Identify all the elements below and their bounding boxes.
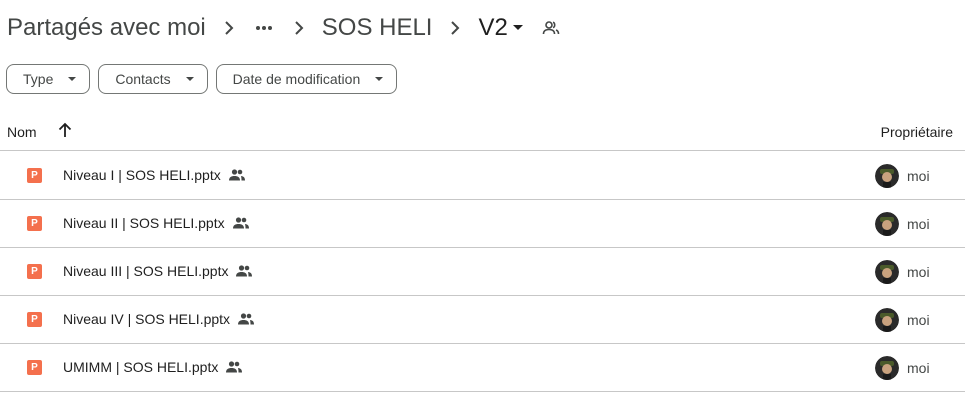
owner-name: moi (907, 360, 930, 376)
filter-modified-date-chip[interactable]: Date de modification (215, 64, 398, 94)
file-name-label: Niveau II | SOS HELI.pptx (63, 215, 225, 231)
file-name[interactable]: Niveau IV | SOS HELI.pptx (63, 311, 255, 327)
powerpoint-file-icon: P (27, 168, 42, 183)
powerpoint-file-icon: P (27, 216, 42, 231)
shared-folder-icon[interactable] (542, 21, 560, 35)
file-list: P Niveau I | SOS HELI.pptx moi P Niveau … (0, 152, 965, 392)
breadcrumb-sos-heli[interactable]: SOS HELI (322, 8, 433, 48)
file-name-label: Niveau I | SOS HELI.pptx (63, 167, 221, 183)
file-name[interactable]: Niveau III | SOS HELI.pptx (63, 263, 253, 279)
chevron-right-icon (206, 21, 252, 35)
arrow-drop-down-icon (67, 76, 77, 82)
avatar (875, 308, 899, 332)
chevron-right-icon (276, 21, 322, 35)
powerpoint-file-icon: P (27, 360, 42, 375)
people-icon (228, 169, 245, 181)
owner-cell: moi (875, 356, 930, 380)
filter-label: Date de modification (232, 71, 361, 87)
file-row[interactable]: P Niveau III | SOS HELI.pptx moi (0, 248, 965, 296)
filter-type-chip[interactable]: Type (6, 64, 91, 94)
arrow-drop-down-icon (185, 76, 195, 82)
file-name-label: Niveau III | SOS HELI.pptx (63, 263, 229, 279)
chevron-right-icon (432, 21, 478, 35)
owner-name: moi (907, 216, 930, 232)
filter-label: Contacts (115, 71, 171, 87)
file-row[interactable]: P Niveau I | SOS HELI.pptx moi (0, 152, 965, 200)
file-name[interactable]: Niveau II | SOS HELI.pptx (63, 215, 249, 231)
breadcrumb: Partagés avec moi SOS HELI V2 (7, 8, 560, 48)
file-row[interactable]: P UMIMM | SOS HELI.pptx moi (0, 344, 965, 392)
owner-cell: moi (875, 260, 930, 284)
owner-name: moi (907, 168, 930, 184)
breadcrumb-current-folder[interactable]: V2 (478, 8, 523, 48)
breadcrumb-shared-with-me[interactable]: Partagés avec moi (7, 8, 206, 48)
avatar (875, 164, 899, 188)
file-name-label: UMIMM | SOS HELI.pptx (63, 359, 219, 375)
owner-cell: moi (875, 164, 930, 188)
file-row[interactable]: P Niveau II | SOS HELI.pptx moi (0, 200, 965, 248)
file-name[interactable]: Niveau I | SOS HELI.pptx (63, 167, 245, 183)
file-row[interactable]: P Niveau IV | SOS HELI.pptx moi (0, 296, 965, 344)
powerpoint-file-icon: P (27, 312, 42, 327)
current-folder-label: V2 (478, 14, 508, 41)
arrow-drop-down-icon (512, 24, 524, 32)
owner-name: moi (907, 264, 930, 280)
avatar (875, 356, 899, 380)
more-horiz-icon[interactable] (252, 25, 276, 31)
filter-chips: Type Contacts Date de modification (6, 64, 398, 94)
column-header-name[interactable]: Nom (7, 124, 37, 140)
avatar (875, 260, 899, 284)
people-icon (232, 217, 249, 229)
avatar (875, 212, 899, 236)
column-header-owner[interactable]: Propriétaire (881, 124, 953, 140)
owner-cell: moi (875, 212, 930, 236)
people-icon (238, 313, 255, 325)
file-name[interactable]: UMIMM | SOS HELI.pptx (63, 359, 243, 375)
file-list-header: Nom Propriétaire (0, 116, 965, 151)
owner-name: moi (907, 312, 930, 328)
arrow-drop-down-icon (374, 76, 384, 82)
people-icon (236, 265, 253, 277)
filter-label: Type (23, 71, 54, 87)
file-name-label: Niveau IV | SOS HELI.pptx (63, 311, 231, 327)
people-icon (226, 361, 243, 373)
filter-contacts-chip[interactable]: Contacts (98, 64, 208, 94)
owner-cell: moi (875, 308, 930, 332)
powerpoint-file-icon: P (27, 264, 42, 279)
arrow-upward-icon[interactable] (58, 122, 72, 138)
